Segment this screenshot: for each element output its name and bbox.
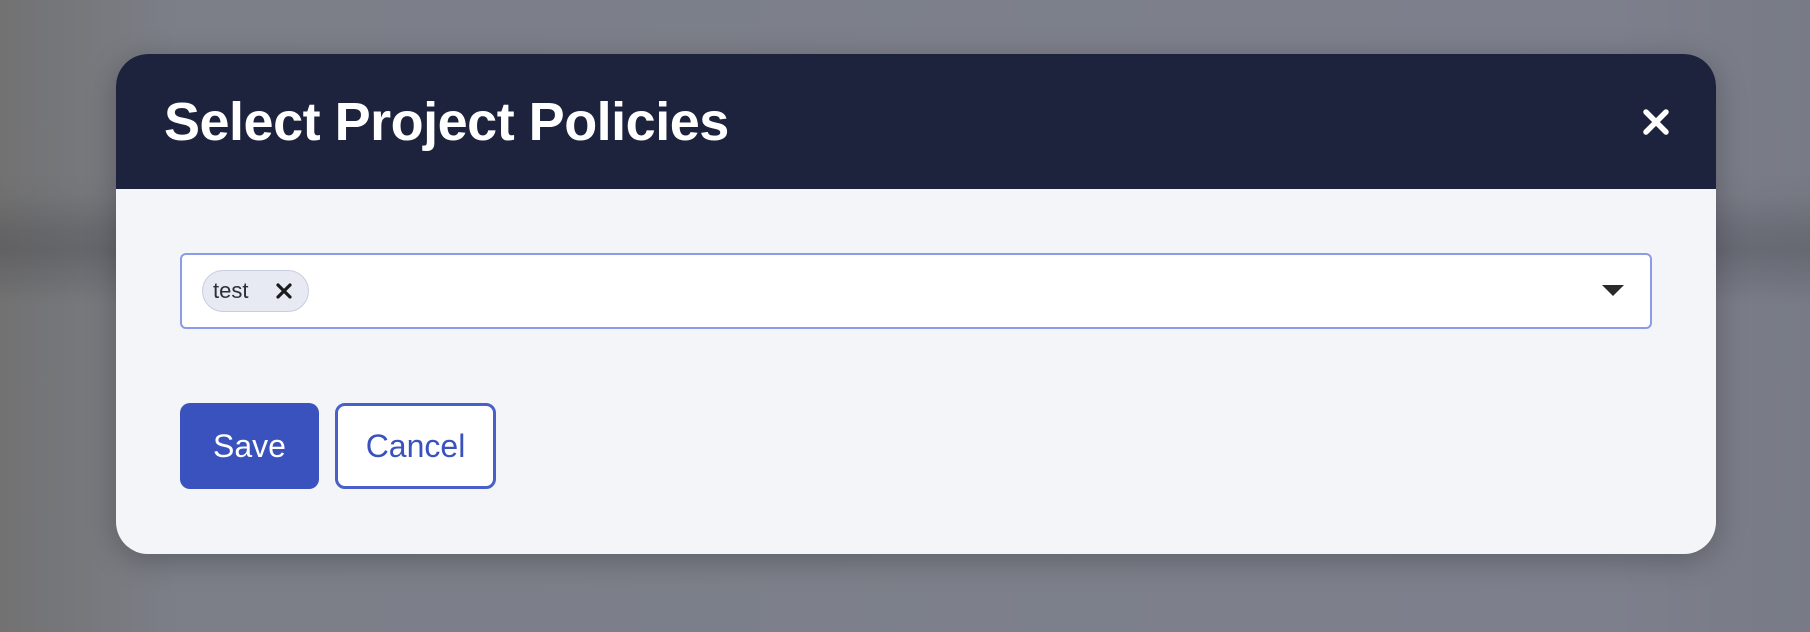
close-icon: [1643, 108, 1669, 135]
dialog-title: Select Project Policies: [164, 91, 729, 152]
save-button[interactable]: Save: [180, 403, 319, 489]
dropdown-toggle[interactable]: [1600, 278, 1626, 304]
dialog-actions: Save Cancel: [180, 403, 1652, 489]
dialog-body: test Save Cancel: [116, 189, 1716, 489]
policy-multiselect[interactable]: test: [180, 253, 1652, 329]
selected-policy-chip: test: [202, 270, 310, 312]
close-icon: [276, 283, 293, 299]
chip-label: test: [213, 278, 249, 303]
dialog-header: Select Project Policies: [116, 54, 1716, 189]
select-project-policies-dialog: Select Project Policies test Save Cancel: [116, 54, 1716, 554]
cancel-button[interactable]: Cancel: [335, 403, 496, 489]
chip-remove-button[interactable]: [274, 281, 294, 301]
close-button[interactable]: [1636, 102, 1676, 142]
caret-down-icon: [1602, 285, 1624, 296]
